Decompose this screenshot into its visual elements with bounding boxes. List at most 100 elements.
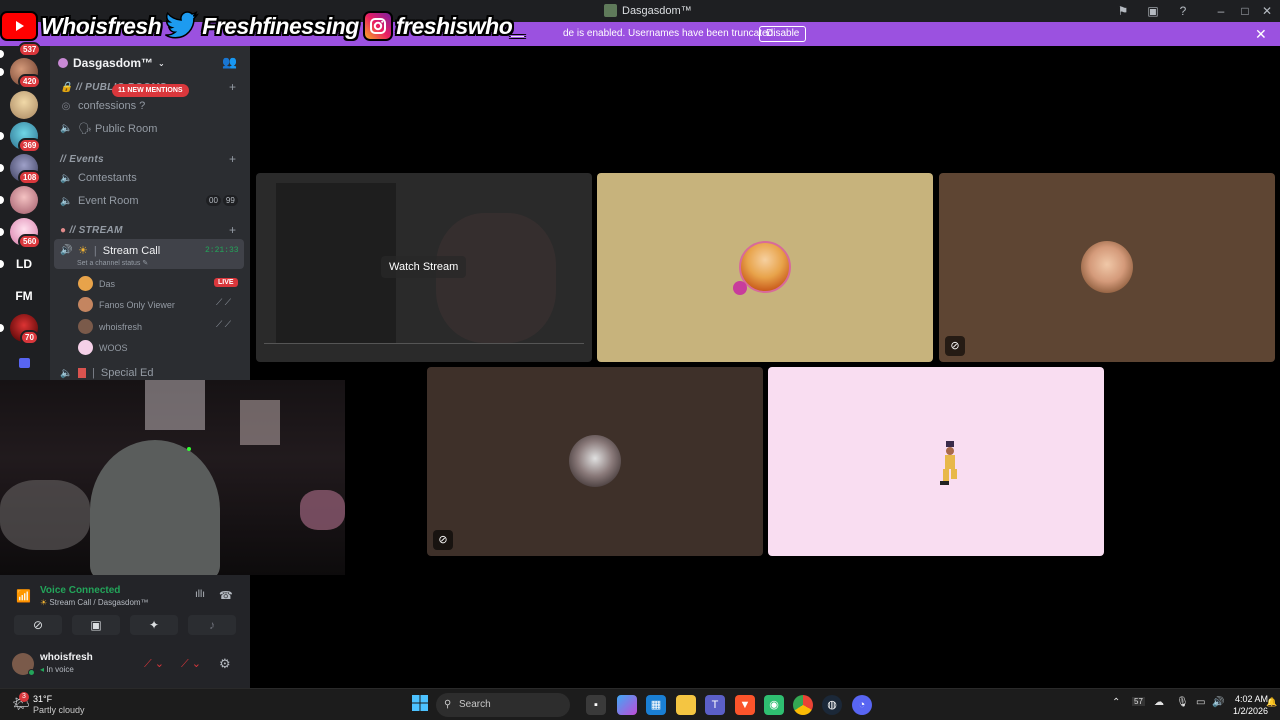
stream-preview-shape xyxy=(276,183,396,343)
taskbar: 🌤 3 31°F Partly cloudy ⚲ Search ▪ ▦ T ▼ … xyxy=(0,688,1280,720)
folder-icon[interactable] xyxy=(19,358,30,368)
member-name: whoisfresh xyxy=(99,321,143,332)
tray-chevron-icon[interactable]: ⌃ xyxy=(1112,697,1120,708)
voice-connected[interactable]: Voice Connected xyxy=(40,585,120,596)
username[interactable]: whoisfresh xyxy=(40,652,93,663)
avatar xyxy=(78,276,93,291)
category-stream[interactable]: ● // STREAM xyxy=(60,225,123,236)
unread-pill xyxy=(0,196,4,204)
inbox-icon[interactable]: ⚑ xyxy=(1114,2,1132,20)
brave-icon[interactable]: ▼ xyxy=(735,695,755,715)
tray-mic-icon[interactable]: 🎙 xyxy=(1176,697,1189,708)
channel-status[interactable]: Set a channel status ✎ xyxy=(77,259,148,267)
channel-confessions[interactable]: ◎ confessions ? xyxy=(60,100,146,112)
screenshare-button[interactable]: ▣ xyxy=(72,615,120,635)
speaker-icon: 🔊 xyxy=(60,245,73,256)
disconnect-icon[interactable]: ☎ xyxy=(219,589,233,602)
notification-bell-icon[interactable]: 🔔 xyxy=(1266,697,1277,708)
twitter-bird-icon xyxy=(165,11,200,41)
speaker-icon: 🔈 xyxy=(60,123,73,134)
instagram-icon xyxy=(362,11,393,41)
add-member-icon[interactable]: 👥 xyxy=(222,55,237,69)
add-channel-icon[interactable]: + xyxy=(229,152,236,166)
avatar xyxy=(78,297,93,312)
banner-close-icon[interactable]: ✕ xyxy=(1255,26,1267,43)
channel-label: Contestants xyxy=(78,172,137,184)
new-mentions-badge[interactable]: 11 NEW MENTIONS xyxy=(112,84,189,97)
server-badge: 70 xyxy=(20,330,39,345)
tray-app-icon[interactable]: 57 xyxy=(1132,697,1145,706)
maximize-icon[interactable]: □ xyxy=(1236,2,1254,20)
sun-icon: ☀ xyxy=(78,245,88,257)
server-ld[interactable]: LD xyxy=(10,257,38,271)
call-timer: 2:21:33 xyxy=(205,246,239,255)
copilot-icon[interactable] xyxy=(617,695,637,715)
divider: | xyxy=(93,244,97,257)
tray-cloud-icon[interactable]: ☁ xyxy=(1154,697,1164,708)
channel-label: Stream Call xyxy=(102,244,161,257)
watch-stream-button[interactable]: Watch Stream xyxy=(381,256,467,278)
channel-label: 🗣 Public Room xyxy=(78,123,158,135)
tray-network-icon[interactable]: ▭ xyxy=(1196,697,1205,708)
channel-special-ed[interactable]: 🔈 | Special Ed xyxy=(60,367,153,379)
activities-button[interactable]: ✦ xyxy=(130,615,178,635)
channel-public-room[interactable]: 🔈 🗣 Public Room xyxy=(60,122,157,135)
stream-tile[interactable]: Watch Stream xyxy=(256,173,592,362)
window-title-text: Dasgasdom™ xyxy=(622,4,692,17)
screen-icon[interactable]: ▣ xyxy=(1144,2,1162,20)
tray-volume-icon[interactable]: 🔊 xyxy=(1212,697,1224,708)
minimize-icon[interactable]: – xyxy=(1212,2,1230,20)
deafened-icon[interactable]: ⟋ ⌄ xyxy=(181,657,201,671)
participant-tile[interactable] xyxy=(597,173,933,362)
participant-tile[interactable] xyxy=(768,367,1104,556)
camera-off-button[interactable]: ⊘ xyxy=(14,615,62,635)
disable-button[interactable]: Disable xyxy=(759,26,807,42)
chrome-icon[interactable] xyxy=(793,695,813,715)
soundboard-button[interactable]: ♪ xyxy=(188,615,236,635)
voice-member[interactable]: Fanos Only Viewer xyxy=(78,297,175,312)
search-placeholder: Search xyxy=(459,699,491,710)
voice-location[interactable]: ☀ Stream Call / Dasgasdom™ xyxy=(40,598,149,607)
settings-gear-icon[interactable]: ⚙ xyxy=(219,656,231,672)
participant-tile[interactable]: ⊘ xyxy=(427,367,763,556)
close-window-icon[interactable]: ✕ xyxy=(1258,2,1276,20)
voice-member[interactable]: whoisfresh xyxy=(78,319,142,334)
steam-icon[interactable]: ◍ xyxy=(822,695,842,715)
teams-icon[interactable]: T xyxy=(705,695,725,715)
unread-pill xyxy=(0,68,4,76)
windows-start-icon[interactable] xyxy=(410,695,430,715)
speaker-icon: 🔈 xyxy=(60,172,73,184)
taskbar-clock[interactable]: 4:02 AM 1/2/2026 xyxy=(1233,693,1268,717)
server-icon[interactable] xyxy=(10,91,38,119)
channel-label: Event Room xyxy=(78,195,139,207)
weather-condition[interactable]: Partly cloudy xyxy=(33,705,85,715)
webcam-feed xyxy=(0,380,345,575)
add-channel-icon[interactable]: + xyxy=(229,80,236,94)
voice-member[interactable]: WOOS xyxy=(78,340,128,355)
temperature[interactable]: 31°F xyxy=(33,694,52,704)
store-icon[interactable]: ▦ xyxy=(646,695,666,715)
discord-icon[interactable]: ◔ xyxy=(852,695,872,715)
add-channel-icon[interactable]: + xyxy=(229,223,236,237)
help-icon[interactable]: ? xyxy=(1174,2,1192,20)
category-label: // Events xyxy=(60,154,104,165)
server-icon[interactable] xyxy=(10,186,38,214)
noise-suppression-icon[interactable]: ıllı xyxy=(195,589,205,600)
channel-contestants[interactable]: 🔈 Contestants xyxy=(60,172,137,184)
task-view-icon[interactable]: ▪ xyxy=(586,695,606,715)
channel-event-room[interactable]: 🔈 Event Room xyxy=(60,195,139,207)
twitter-text: Freshfinessing xyxy=(202,12,359,39)
weather-badge: 3 xyxy=(19,692,29,702)
app-icon[interactable]: ◉ xyxy=(764,695,784,715)
voice-member[interactable]: Das xyxy=(78,276,115,291)
server-fm[interactable]: FM xyxy=(10,289,38,303)
category-events[interactable]: // Events xyxy=(60,154,104,165)
file-explorer-icon[interactable] xyxy=(676,695,696,715)
taskbar-search[interactable]: ⚲ Search xyxy=(436,693,570,717)
server-header[interactable]: Dasgasdom™ ⌄ xyxy=(58,56,165,70)
channel-stream-call-label[interactable]: 🔊 ☀ | Stream Call xyxy=(60,244,161,258)
mic-muted-icon[interactable]: ⟋ ⌄ xyxy=(144,657,164,671)
participant-tile[interactable]: ⊘ xyxy=(939,173,1275,362)
pencil-icon: ✎ xyxy=(142,260,149,267)
signal-icon[interactable]: 📶 xyxy=(16,589,31,603)
